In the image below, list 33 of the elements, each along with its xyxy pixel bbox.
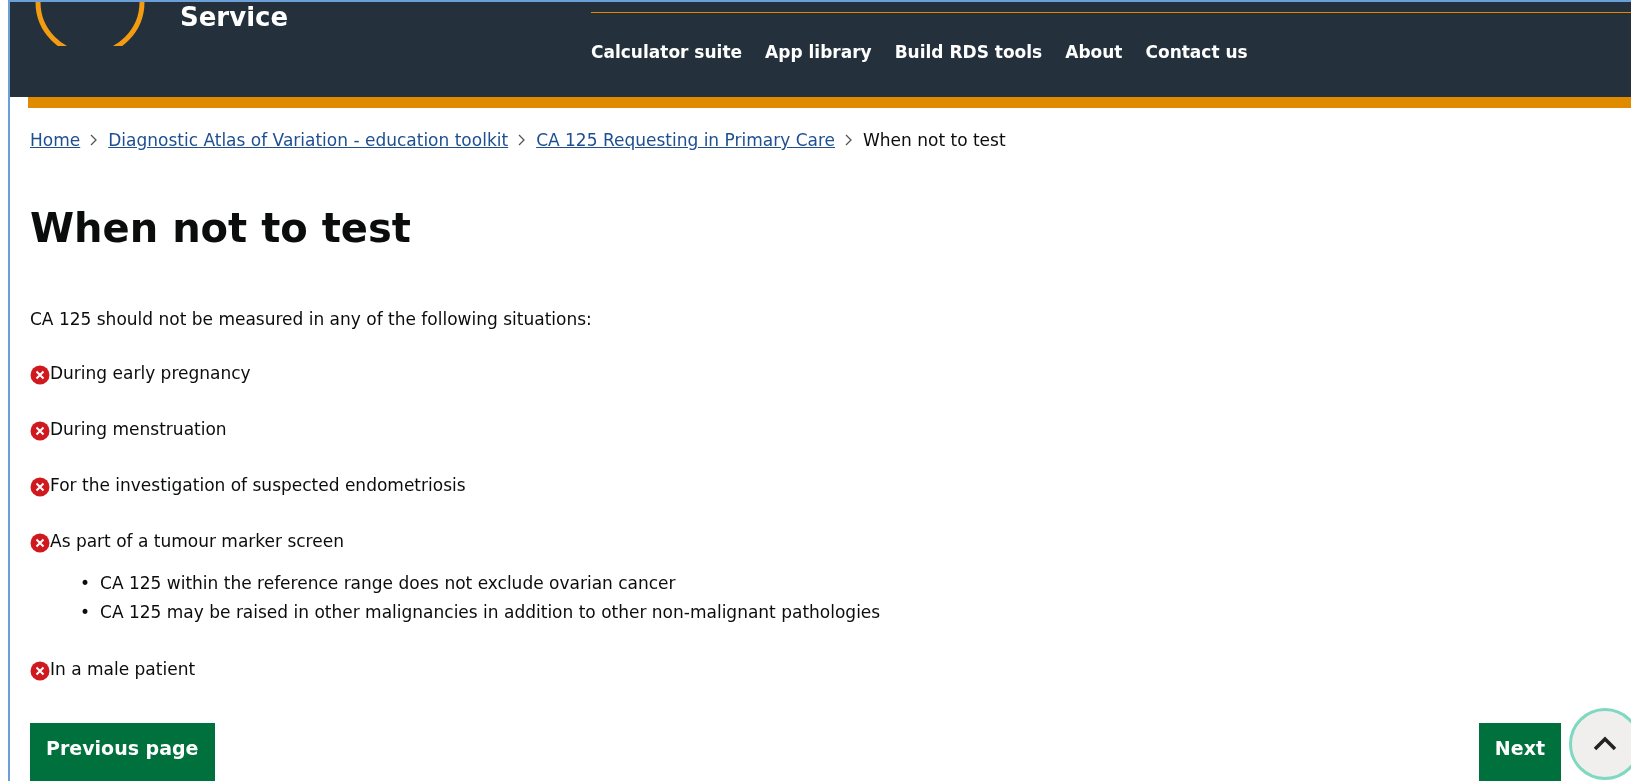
list-item-text: For the investigation of suspected endometriosis	[50, 475, 466, 495]
bullet-item: CA 125 may be raised in other malignancies in addition to other non-malignant pathologies	[100, 601, 881, 624]
nav-link[interactable]: About	[1065, 42, 1123, 62]
cross-icon	[30, 365, 50, 385]
back-to-top-button[interactable]	[1569, 708, 1631, 780]
bullet-marker: •	[80, 601, 91, 624]
caret-up-icon	[1592, 736, 1618, 752]
bullet-item: CA 125 within the reference range does not exclude ovarian cancer	[100, 572, 676, 595]
cross-icon	[30, 421, 50, 441]
list-item-text: During menstruation	[50, 419, 227, 439]
cross-icon	[30, 661, 50, 681]
bullet-marker: •	[80, 572, 91, 595]
list-item-text: As part of a tumour marker screen	[50, 531, 344, 551]
chevron-icon	[518, 134, 527, 146]
previous-page-button[interactable]: Previous page	[30, 723, 215, 781]
list-item-text: In a male patient	[50, 659, 196, 679]
chevron-icon	[90, 134, 99, 146]
chevron-icon	[845, 134, 853, 146]
page-title: When not to test	[30, 205, 412, 251]
nav-link[interactable]: App library	[765, 42, 872, 62]
site-name: Service	[180, 4, 289, 32]
breadcrumb-current: When not to test	[863, 130, 1006, 150]
breadcrumb-link[interactable]: Diagnostic Atlas of Variation - education toolkit	[108, 130, 509, 150]
nav-link[interactable]: Build RDS tools	[894, 42, 1043, 62]
cross-icon	[30, 533, 50, 553]
cross-icon	[30, 477, 50, 497]
next-page-button[interactable]: Next	[1478, 723, 1561, 781]
breadcrumb-link[interactable]: CA 125 Requesting in Primary Care	[536, 130, 835, 150]
intro-text: CA 125 should not be measured in any of the following situations:	[30, 309, 593, 329]
list-item-text: During early pregnancy	[50, 363, 251, 383]
nav-link[interactable]: Calculator suite	[591, 42, 743, 62]
nav-link[interactable]: Contact us	[1145, 42, 1248, 62]
breadcrumb-link[interactable]: Home	[30, 130, 81, 150]
